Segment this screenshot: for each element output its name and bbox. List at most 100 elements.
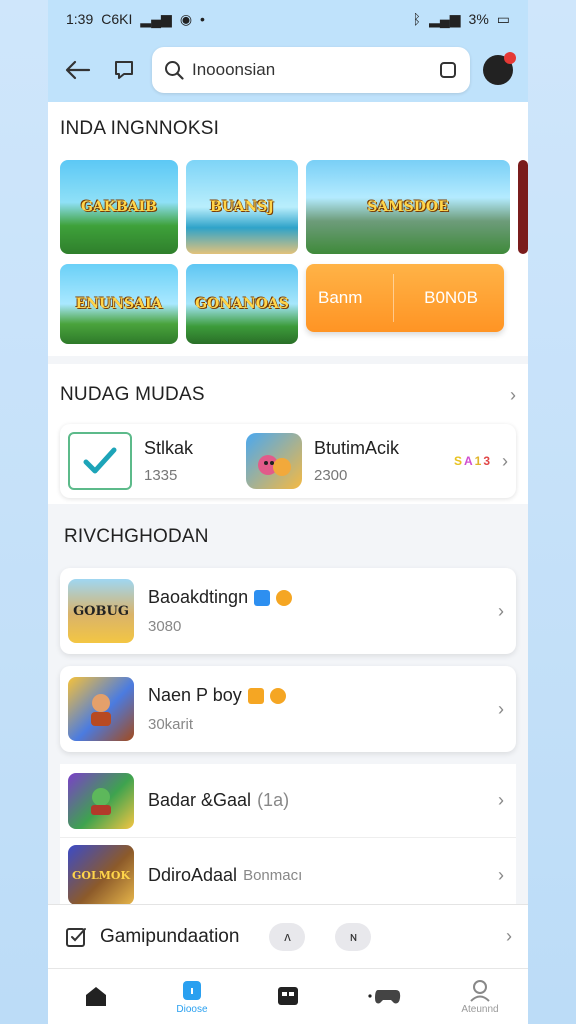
tab-games[interactable] [344,984,424,1010]
tab-profile[interactable]: Ateunnd [440,978,520,1015]
popular-item-count: 2300 [314,467,348,484]
icon-label: GOBUG [73,603,129,619]
list-item-title: Badar &Gaal (1a) [148,790,484,811]
star-badge-icon [269,687,286,704]
back-button[interactable] [60,52,96,88]
battery-icon: ▭ [496,10,510,27]
popular-item-name: BtutimAcik [314,438,400,458]
tile-label: GAKBAIB [80,199,158,215]
popular-item-1: Stlkak 1335 [144,438,234,484]
chat-button[interactable] [106,52,142,88]
tab-store[interactable]: Dioose [152,978,232,1015]
tab-label: Ateunnd [461,1004,499,1015]
mini-badge: 1 [474,454,482,468]
popular-card[interactable]: Stlkak 1335 BtutimAcik 2300 S A 1 3 › [60,424,516,498]
popular-title: NUDAG MUDAS [60,384,205,405]
tile-label: SAMSDOE [367,199,449,215]
featured-tile-1[interactable]: GAKBAIB [60,160,178,254]
tile-label: ENUNSAIA [75,296,163,312]
list-item[interactable]: Naen P boy 30karit › [60,666,516,752]
game-app-icon [68,677,134,741]
category-row[interactable]: Gamipundaation ᴧ ɴ › [48,904,528,968]
back-arrow-icon [65,60,91,80]
badge-icon [247,687,264,704]
tile-label: GONANOAS [195,296,289,312]
tile-label: BUANSJ [209,199,274,215]
featured-tile-3[interactable]: SAMSDOE [306,160,510,254]
profile-icon [470,980,490,1002]
list-item-name: Naen P boy [148,685,242,705]
status-bar: 1:39 C6KI ▂▄▆ ◉ • ᛒ ▂▄▆ 3% ▭ [48,0,528,38]
featured-promo-tile[interactable]: Banm B0N0B [306,264,504,332]
list-item-name: Badar &Gaal [148,790,252,810]
list-item-text: Baoakdtingn 3080 [148,587,484,635]
featured-tile-2[interactable]: BUANSJ [186,160,298,254]
featured-tile-edge[interactable] [518,160,528,254]
chevron-right-icon[interactable]: › [498,790,504,811]
featured-tile-4[interactable]: ENUNSAIA [60,264,178,344]
list-item-name: DdiroAdaal [148,864,238,885]
list-item-extra: Bonmacı [243,866,303,884]
popular-item-2: BtutimAcik 2300 [314,438,399,484]
gamepad-icon [368,989,401,1003]
list-item-title: DdiroAdaal Bonmacı [148,865,484,886]
chevron-right-icon[interactable]: › [510,385,516,406]
store-icon [183,981,201,1000]
tab-grid[interactable] [248,984,328,1010]
sort-down-pill[interactable]: ɴ [335,922,372,951]
grid-icon [278,986,298,1005]
star-badge-icon [276,589,293,606]
chevron-right-icon[interactable]: › [506,926,512,947]
status-left: 1:39 C6KI ▂▄▆ ◉ • [66,11,205,28]
checkbox-icon [66,927,86,947]
search-icon [165,61,184,80]
game-icon [246,433,302,489]
featured-grid: GAKBAIB BUANSJ SAMSDOE ENUNSAIA GONANOAS… [60,160,528,350]
scan-icon[interactable] [438,60,458,80]
list-item-name: Baoakdtingn [148,587,249,607]
profile-avatar[interactable] [480,52,516,88]
promo-left-label: Banm [318,288,363,307]
popular-item-count: 1335 [144,467,178,484]
mini-badge: 3 [483,454,490,468]
search-input[interactable] [192,60,430,80]
tab-home[interactable] [56,984,136,1010]
home-icon [86,986,106,1006]
top-bar [48,38,528,102]
check-icon [68,432,132,490]
search-box[interactable] [152,47,470,93]
list-item[interactable]: GOBUG Baoakdtingn 3080 › [60,568,516,654]
chevron-right-icon[interactable]: › [498,699,504,720]
list-item-title: Baoakdtingn [148,587,484,608]
bottom-tab-bar: Dioose Ateunnd [48,968,528,1024]
ranking-title: RIVCHGHODAN [64,526,209,547]
chevron-right-icon[interactable]: › [498,601,504,622]
sort-up-pill[interactable]: ᴧ [269,922,306,951]
popular-header[interactable]: NUDAG MUDAS › [60,384,516,406]
list-item-title: Naen P boy [148,685,484,706]
chevron-right-icon[interactable]: › [502,451,508,472]
promo-divider [392,274,394,322]
list-group: Badar &Gaal (1a) › GOLMOK DdiroAdaal Bon… [60,764,516,912]
list-item-extra: (1a) [257,790,290,810]
phone-screen: 1:39 C6KI ▂▄▆ ◉ • ᛒ ▂▄▆ 3% ▭ Inooonsian … [48,0,528,1024]
tab-label: Dioose [176,1004,208,1015]
popular-section: NUDAG MUDAS › Stlkak 1335 BtutimAcik 230… [48,364,528,504]
signal-icon: ▂▄▆ [140,10,172,27]
list-item-sub: 30karit [148,716,194,733]
notification-dot [504,52,516,64]
list-item[interactable]: GOLMOK DdiroAdaal Bonmacı › [60,838,516,912]
battery-level: 3% [468,11,489,27]
ranking-section: RIVCHGHODAN GOBUG Baoakdtingn 3080 › Nae… [48,504,528,912]
list-item[interactable]: Badar &Gaal (1a) › [60,764,516,838]
game-app-icon: GOBUG [68,579,134,643]
bluetooth-icon: ᛒ [412,11,422,27]
list-item-text: Naen P boy 30karit [148,685,484,733]
status-carrier: C6KI [101,11,133,27]
featured-tile-5[interactable]: GONANOAS [186,264,298,344]
featured-title: INDA INGNNOKSI [60,118,220,139]
location-icon: ◉ [179,10,193,27]
game-app-icon: GOLMOK [68,845,134,905]
mini-badges: S A 1 3 [454,454,490,468]
chevron-right-icon[interactable]: › [498,865,504,886]
